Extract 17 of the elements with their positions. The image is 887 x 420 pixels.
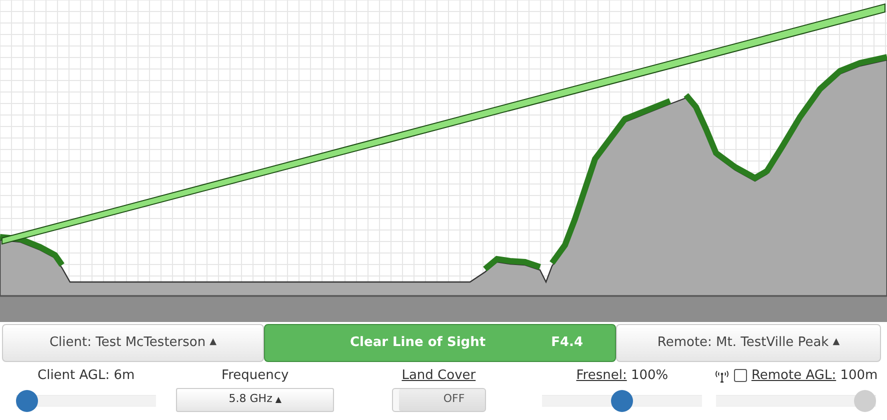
slider-thumb[interactable]	[16, 390, 38, 412]
control-label: Fresnel: 100%	[576, 367, 668, 385]
endpoint-dropdown[interactable]: Client: Test McTesterson ▲	[2, 324, 264, 362]
antenna-icon	[714, 368, 730, 383]
caret-icon: ▲	[210, 336, 217, 350]
control-label: Client AGL: 6m	[38, 367, 135, 385]
control-label: Remote AGL: 100m	[751, 367, 878, 385]
frequency-dropdown[interactable]: 5.8 GHz ▲	[176, 388, 334, 412]
fresnel-reading: F4.4	[551, 334, 583, 352]
control-label: Frequency	[222, 367, 289, 385]
caret-icon: ▲	[275, 394, 282, 406]
control-label: Land Cover	[402, 367, 476, 385]
endpoint-dropdown[interactable]: Remote: Mt. TestVille Peak ▲	[616, 324, 881, 362]
slider-thumb[interactable]	[611, 390, 634, 412]
caret-icon: ▲	[832, 336, 840, 350]
status-text: Clear Line of Sight	[350, 334, 486, 352]
toggle-switch[interactable]: OFF	[392, 388, 486, 412]
